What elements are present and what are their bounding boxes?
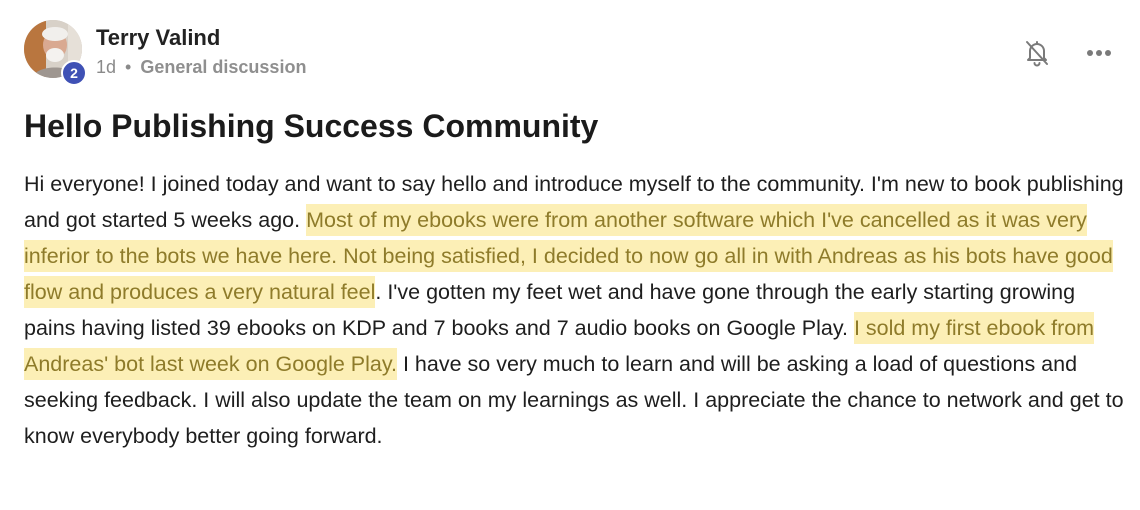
more-horizontal-icon[interactable] — [1082, 36, 1116, 70]
post-title: Hello Publishing Success Community — [24, 108, 599, 144]
post-body: Hi everyone! I joined today and want to … — [24, 166, 1124, 454]
level-badge: 2 — [61, 60, 87, 86]
author-avatar[interactable]: 2 — [24, 20, 88, 86]
post-meta: 1d • General discussion — [96, 54, 306, 80]
meta-separator: • — [125, 57, 132, 77]
post-category[interactable]: General discussion — [140, 57, 306, 77]
post-time: 1d — [96, 57, 117, 77]
post-actions — [1020, 36, 1116, 70]
bell-off-icon[interactable] — [1020, 36, 1054, 70]
author-block: Terry Valind 1d • General discussion — [96, 24, 306, 80]
post-header: 2 Terry Valind 1d • General discussion — [24, 20, 1116, 86]
author-name[interactable]: Terry Valind — [96, 24, 306, 52]
post-card: 2 Terry Valind 1d • General discussion H… — [0, 0, 1140, 510]
